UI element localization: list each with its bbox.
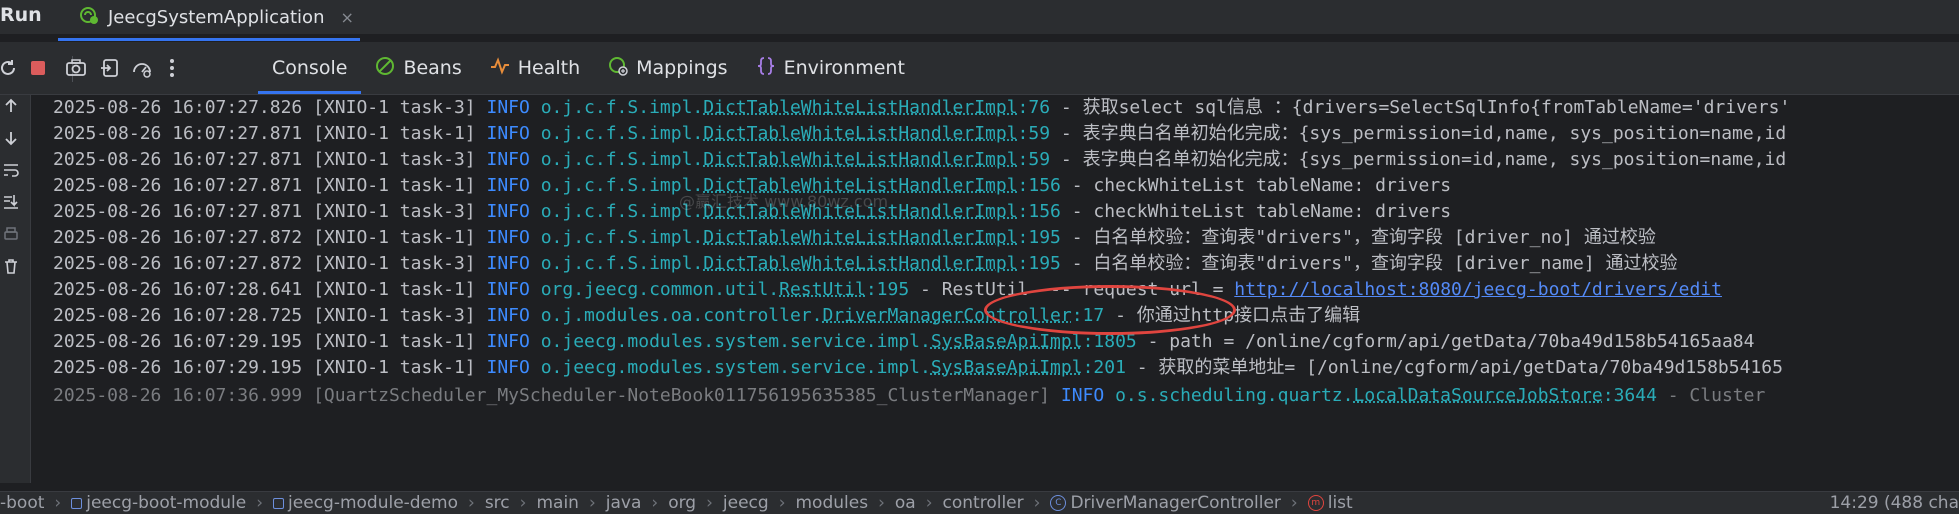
breadcrumb-item[interactable]: C DriverManagerController [1050, 493, 1281, 513]
module-icon [273, 497, 285, 509]
logger-class-link[interactable]: DictTableWhiteListHandlerImpl [703, 227, 1017, 248]
log-line: 2025-08-26 16:07:29.195 [XNIO-1 task-1] … [53, 357, 1783, 378]
module-icon [71, 497, 83, 509]
tab-mappings[interactable]: Mappings [594, 42, 741, 94]
logger-class-link[interactable]: DictTableWhiteListHandlerImpl [703, 97, 1017, 118]
breadcrumb-separator: › [878, 493, 885, 513]
breadcrumb-separator: › [588, 493, 596, 513]
breadcrumb-item[interactable]: java [606, 493, 642, 513]
log-line: 2025-08-26 16:07:27.872 [XNIO-1 task-3] … [53, 253, 1678, 274]
tab-mappings-label: Mappings [636, 57, 728, 79]
stop-icon[interactable] [26, 56, 50, 80]
camera-icon[interactable] [64, 56, 88, 80]
breadcrumb: -boot › jeecg-boot-module › jeecg-module… [0, 493, 1353, 513]
run-label: Run [0, 4, 42, 26]
logger-class-link[interactable]: SysBaseApiImpl [931, 331, 1083, 352]
breadcrumb-separator: › [1033, 493, 1041, 513]
tab-environment-label: Environment [783, 57, 905, 79]
logger-class-link[interactable]: DictTableWhiteListHandlerImpl [703, 253, 1017, 274]
logger-class-link[interactable]: DictTableWhiteListHandlerImpl [703, 123, 1017, 144]
run-config-title: JeecgSystemApplication [108, 6, 325, 28]
log-line: 2025-08-26 16:07:27.871 [XNIO-1 task-1] … [53, 123, 1787, 144]
log-line: 2025-08-26 16:07:27.872 [XNIO-1 task-1] … [53, 227, 1656, 248]
console-side-toolbar [0, 95, 31, 483]
breadcrumb-item[interactable]: org [668, 493, 696, 513]
breadcrumb-separator: › [468, 493, 475, 513]
breadcrumb-item[interactable]: oa [895, 493, 916, 513]
breadcrumb-item[interactable]: controller [943, 493, 1024, 513]
tab-environment[interactable]: Environment [742, 42, 919, 94]
environment-icon [756, 56, 776, 81]
run-tab-underline [58, 38, 360, 41]
breadcrumb-item[interactable]: m list [1307, 493, 1353, 513]
scroll-to-end-icon[interactable] [0, 191, 22, 213]
logger-class-link[interactable]: RestUtil [779, 279, 866, 300]
console-toolbar: Console Beans Health Mappings Environmen… [0, 42, 1959, 95]
tab-console[interactable]: Console [258, 42, 362, 94]
logger-class-link[interactable]: LocalDataSourceJobStore [1353, 385, 1602, 406]
tab-console-label: Console [272, 57, 348, 79]
breadcrumb-separator: › [651, 493, 659, 513]
breadcrumb-separator: › [1290, 493, 1298, 513]
breadcrumb-item[interactable]: jeecg-boot-module [71, 493, 246, 513]
breadcrumb-separator: › [925, 493, 933, 513]
breadcrumb-separator: › [519, 493, 527, 513]
close-icon[interactable]: × [340, 8, 353, 27]
beans-icon [375, 56, 395, 81]
mappings-icon [608, 56, 628, 81]
caret-position[interactable]: 14:29 (488 cha [1821, 492, 1959, 514]
logger-class-link[interactable]: DictTableWhiteListHandlerImpl [703, 149, 1017, 170]
profiler-icon[interactable] [130, 56, 154, 80]
spring-boot-run-icon [78, 4, 100, 30]
breadcrumb-separator: › [54, 493, 62, 513]
logger-class-link[interactable]: SysBaseApiImpl [931, 357, 1083, 378]
breadcrumb-item[interactable]: main [536, 493, 578, 513]
breadcrumb-item[interactable]: -boot [0, 493, 44, 513]
breadcrumb-item[interactable]: jeecg-module-demo [273, 493, 458, 513]
trash-icon[interactable] [0, 255, 22, 277]
run-config-tab[interactable]: JeecgSystemApplication × [74, 0, 370, 34]
more-options-icon[interactable] [160, 56, 184, 80]
log-line: 2025-08-26 16:07:29.195 [XNIO-1 task-1] … [53, 331, 1755, 352]
status-bar: -boot › jeecg-boot-module › jeecg-module… [0, 491, 1959, 514]
tab-beans[interactable]: Beans [361, 42, 475, 94]
tab-health[interactable]: Health [476, 42, 594, 94]
breadcrumb-separator: › [778, 493, 786, 513]
request-url-link[interactable]: http://localhost:8080/jeecg-boot/drivers… [1234, 279, 1722, 300]
log-line: 2025-08-26 16:07:36.999 [QuartzScheduler… [53, 385, 1766, 406]
run-tool-window-header: Run JeecgSystemApplication × [0, 0, 1959, 41]
method-icon: m [1307, 495, 1324, 511]
breadcrumb-separator: › [706, 493, 713, 513]
breadcrumb-separator: › [256, 493, 264, 513]
console-output[interactable]: 2025-08-26 16:07:27.826 [XNIO-1 task-3] … [31, 95, 1959, 483]
tab-beans-label: Beans [403, 57, 462, 79]
rerun-icon[interactable] [0, 56, 20, 80]
soft-wrap-icon[interactable] [0, 159, 22, 181]
print-icon[interactable] [0, 223, 22, 245]
highlight-annotation [984, 285, 1236, 335]
exit-icon[interactable] [98, 56, 122, 80]
log-line: 2025-08-26 16:07:27.871 [XNIO-1 task-3] … [53, 149, 1787, 170]
watermark: @赢汇技术 www.80wz.com [679, 192, 889, 211]
breadcrumb-item[interactable]: modules [796, 493, 869, 513]
arrow-up-icon[interactable] [0, 95, 22, 117]
class-icon: C [1050, 495, 1067, 511]
arrow-down-icon[interactable] [0, 127, 22, 149]
health-icon [490, 56, 510, 81]
tab-health-label: Health [517, 57, 581, 79]
breadcrumb-item[interactable]: jeecg [723, 493, 769, 513]
log-line: 2025-08-26 16:07:27.826 [XNIO-1 task-3] … [53, 97, 1791, 118]
console-tabs: Console Beans Health Mappings Environmen… [258, 42, 919, 94]
breadcrumb-item[interactable]: src [485, 493, 510, 513]
log-line: 2025-08-26 16:07:28.641 [XNIO-1 task-1] … [53, 279, 1722, 300]
